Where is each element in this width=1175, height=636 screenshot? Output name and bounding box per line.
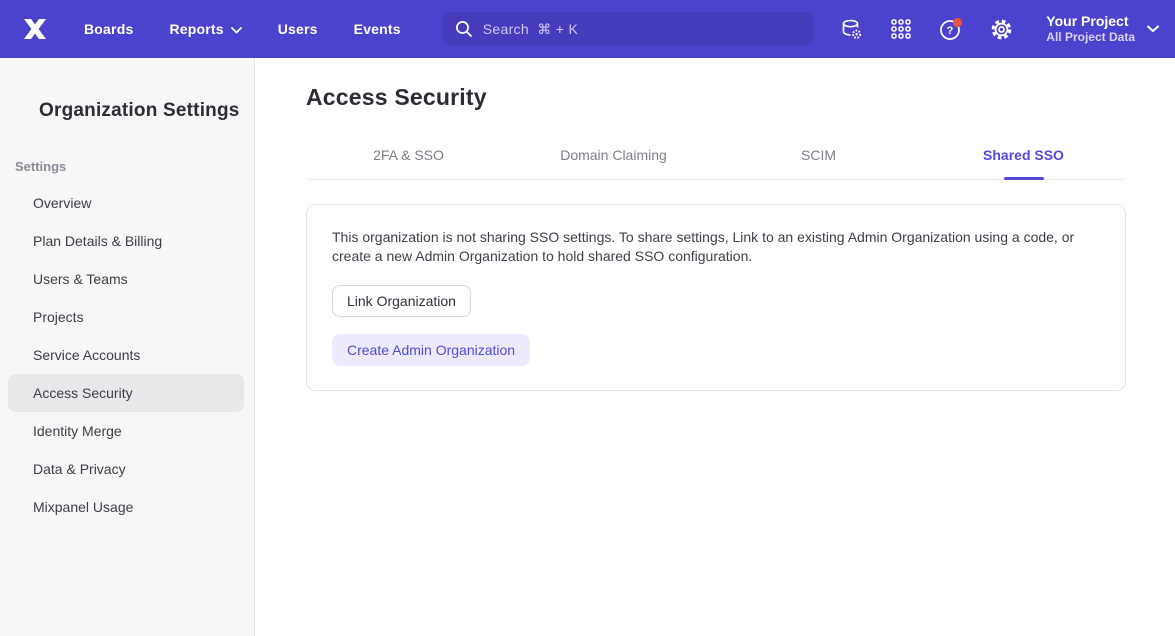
nav-item-events-label: Events (354, 21, 401, 37)
global-search (443, 12, 813, 46)
shared-sso-actions: Link Organization Create Admin Organizat… (332, 266, 1100, 366)
nav-item-boards-label: Boards (84, 21, 133, 37)
main-content: Access Security 2FA & SSO Domain Claimin… (256, 58, 1175, 636)
nav-item-events[interactable]: Events (354, 21, 401, 37)
primary-nav: Boards Reports Users Events (84, 21, 401, 37)
svg-text:?: ? (947, 25, 954, 37)
tab-2fa-sso[interactable]: 2FA & SSO (306, 137, 511, 179)
nav-item-reports[interactable]: Reports (169, 21, 241, 37)
data-management-icon[interactable] (838, 16, 864, 42)
topnav-right-controls: ? Your Project All Project Data (838, 13, 1159, 46)
sidebar-item-mixpanel-usage[interactable]: Mixpanel Usage (8, 488, 244, 526)
sidebar-item-plan-details-billing[interactable]: Plan Details & Billing (8, 222, 244, 260)
project-selector-labels: Your Project All Project Data (1046, 13, 1135, 46)
nav-item-users-label: Users (278, 21, 318, 37)
page-title: Access Security (306, 84, 1175, 111)
create-admin-organization-button[interactable]: Create Admin Organization (332, 334, 530, 366)
access-security-tabs: 2FA & SSO Domain Claiming SCIM Shared SS… (306, 137, 1126, 180)
sidebar-nav-list: Overview Plan Details & Billing Users & … (0, 184, 254, 526)
tab-scim[interactable]: SCIM (716, 137, 921, 179)
tab-shared-sso[interactable]: Shared SSO (921, 137, 1126, 179)
chevron-down-icon (1147, 25, 1159, 33)
sidebar-item-users-teams[interactable]: Users & Teams (8, 260, 244, 298)
sidebar-title: Organization Settings (39, 100, 254, 122)
sidebar-item-identity-merge[interactable]: Identity Merge (8, 412, 244, 450)
project-name: Your Project (1046, 13, 1128, 31)
active-tab-underline (1004, 177, 1044, 180)
nav-item-boards[interactable]: Boards (84, 21, 133, 37)
help-icon[interactable]: ? (938, 16, 964, 42)
org-settings-sidebar: Organization Settings Settings Overview … (0, 58, 255, 636)
sidebar-item-overview[interactable]: Overview (8, 184, 244, 222)
shared-sso-description: This organization is not sharing SSO set… (332, 228, 1098, 266)
mixpanel-logo-icon[interactable] (18, 14, 52, 44)
sidebar-section-label: Settings (15, 159, 254, 174)
tab-shared-sso-label: Shared SSO (983, 147, 1064, 163)
tab-domain-claiming[interactable]: Domain Claiming (511, 137, 716, 179)
chevron-down-icon (231, 27, 242, 34)
project-scope: All Project Data (1046, 30, 1135, 45)
sidebar-item-projects[interactable]: Projects (8, 298, 244, 336)
nav-item-reports-label: Reports (169, 21, 223, 37)
gear-icon[interactable] (988, 16, 1014, 42)
nav-item-users[interactable]: Users (278, 21, 318, 37)
top-navigation-bar: Boards Reports Users Events (0, 0, 1175, 58)
apps-grid-icon[interactable] (888, 16, 914, 42)
search-input[interactable] (443, 12, 813, 46)
sidebar-item-access-security[interactable]: Access Security (8, 374, 244, 412)
link-organization-button[interactable]: Link Organization (332, 285, 471, 317)
notification-badge (953, 18, 962, 27)
mixpanel-org-settings-page: Boards Reports Users Events (0, 0, 1175, 636)
project-selector[interactable]: Your Project All Project Data (1046, 13, 1159, 46)
sidebar-item-data-privacy[interactable]: Data & Privacy (8, 450, 244, 488)
sidebar-item-service-accounts[interactable]: Service Accounts (8, 336, 244, 374)
shared-sso-card: This organization is not sharing SSO set… (306, 204, 1126, 391)
